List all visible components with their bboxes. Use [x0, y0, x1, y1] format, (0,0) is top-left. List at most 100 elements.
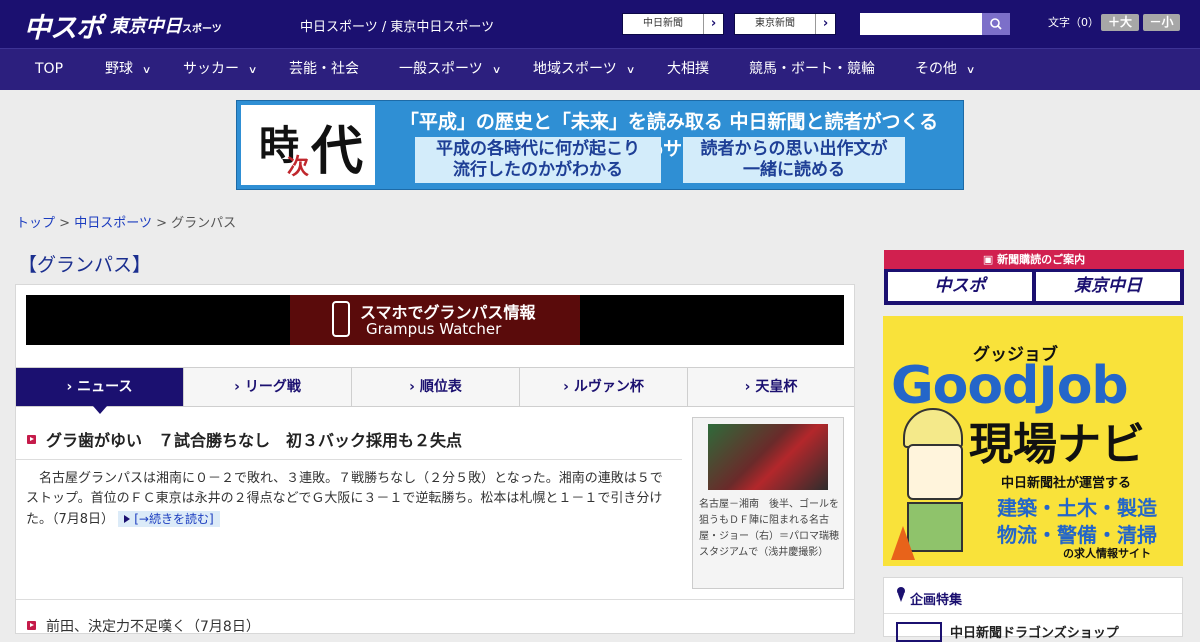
tab-news[interactable]: › ニュース [16, 368, 184, 406]
chevron-right-icon: › [703, 14, 723, 34]
nav-item-top[interactable]: TOP [35, 49, 63, 90]
top-header: 中スポ 東京中日スポーツ 中日スポーツ / 東京中日スポーツ 中日新聞 › 東京… [0, 0, 1200, 48]
photo-caption: 名古屋－湘南 後半、ゴールを狙うもＤＦ陣に阻まれる名古屋・ジョー（右）＝パロマ瑞… [699, 499, 839, 558]
article-photo-box: 名古屋－湘南 後半、ゴールを狙うもＤＦ陣に阻まれる名古屋・ジョー（右）＝パロマ瑞… [692, 417, 844, 589]
subscribe-chuspo-button[interactable]: 中スポ [888, 272, 1032, 301]
nav-label: 競馬・ボート・競輪 [749, 61, 875, 77]
tab-label: 順位表 [419, 379, 462, 395]
nav-item-general-sports[interactable]: 一般スポーツ ∨ [399, 49, 502, 90]
ribbon-icon [897, 587, 905, 602]
tab-standings[interactable]: › 順位表 [352, 368, 520, 406]
font-decrease-button[interactable]: －小 [1143, 14, 1180, 31]
grampus-banner-line2: Grampus Watcher [366, 320, 502, 338]
read-more-link[interactable]: [→続きを読む] [118, 511, 220, 527]
nav-label: 野球 [105, 61, 133, 77]
nav-item-other[interactable]: その他 ∨ [915, 49, 975, 90]
banner-box-line: 流行したのかがわかる [453, 160, 623, 180]
breadcrumb-link-top[interactable]: トップ [16, 216, 55, 231]
breadcrumb-link-chunichi-sports[interactable]: 中日スポーツ [74, 216, 152, 231]
nav-label: その他 [915, 61, 957, 77]
nav-item-local-sports[interactable]: 地域スポーツ ∨ [533, 49, 636, 90]
feature-box: 企画特集 中日新聞ドラゴンズショップ [883, 577, 1183, 642]
article-headline-2[interactable]: 前田、決定力不足嘆く（7月8日） [46, 616, 260, 636]
page-title: 【グランパス】 [18, 254, 152, 276]
tokyo-chunichi-logo[interactable]: 東京中日スポーツ [110, 12, 222, 38]
nav-label: TOP [35, 61, 64, 77]
breadcrumb-current: グランパス [171, 216, 237, 231]
subscribe-tokyo-chunichi-button[interactable]: 東京中日 [1036, 272, 1180, 301]
banner-box-line: 平成の各時代に何が起こり [436, 139, 640, 159]
tab-label: ニュース [77, 379, 133, 395]
divider [16, 599, 854, 600]
chevron-right-icon: › [815, 14, 835, 34]
chevron-down-icon: ∨ [141, 65, 152, 76]
divider [884, 613, 1182, 614]
subscription-box: ▣ 新聞購読のご案内 中スポ 東京中日 [884, 250, 1184, 305]
tab-emperors-cup[interactable]: › 天皇杯 [688, 368, 854, 406]
search-input[interactable] [860, 13, 982, 35]
chevron-down-icon: ∨ [491, 65, 502, 76]
active-tab-pointer [93, 406, 107, 414]
nav-item-baseball[interactable]: 野球 ∨ [105, 49, 152, 90]
traffic-cone-icon [891, 526, 915, 560]
tab-league[interactable]: › リーグ戦 [184, 368, 352, 406]
site-title: 中日スポーツ / 東京中日スポーツ [300, 20, 495, 35]
chevron-down-icon: ∨ [625, 65, 636, 76]
nav-item-soccer[interactable]: サッカー ∨ [183, 49, 258, 90]
nav-item-keiba[interactable]: 競馬・ボート・競輪 [749, 49, 875, 90]
chevron-down-icon: ∨ [247, 65, 258, 76]
ad-line-2: 建築・土木・製造 [997, 496, 1157, 520]
ad-line-3: 物流・警備・清掃 [997, 523, 1157, 547]
article-date: （7月8日） [52, 512, 115, 527]
banner-box-line: 読者からの思い出作文が [700, 139, 888, 159]
tab-label: 天皇杯 [755, 379, 798, 395]
feature-thumbnail[interactable] [896, 622, 942, 642]
breadcrumb-separator: > [156, 216, 167, 231]
jidai-banner-ad[interactable]: 時 次 代 「平成」の歴史と「未来」を読み取る 中日新聞と読者がつくるWebサイ… [236, 100, 964, 190]
font-size-label: 文字（0） [1048, 16, 1099, 29]
article-headline[interactable]: グラ歯がゆい ７試合勝ちなし 初３バック採用も２失点 [46, 427, 462, 451]
article-photo[interactable] [708, 424, 828, 490]
banner-char: 代 [311, 121, 364, 182]
tab-label: リーグ戦 [244, 379, 301, 395]
banner-char: 次 [287, 154, 310, 180]
tokyo-logo-suffix: スポーツ [182, 24, 222, 35]
newspaper-icon: ▣ [982, 253, 998, 266]
ext-link-label: 中日新聞 [643, 18, 683, 29]
bullet-icon [27, 621, 36, 630]
tab-levain-cup[interactable]: › ルヴァン杯 [520, 368, 688, 406]
chuspo-logo[interactable]: 中スポ [24, 6, 103, 45]
banner-box-line: 一緒に読める [743, 160, 845, 180]
nav-label: サッカー [183, 61, 239, 77]
subscription-title: 新聞購読のご案内 [997, 253, 1086, 266]
chunichi-shimbun-link[interactable]: 中日新聞 › [622, 13, 724, 35]
nav-label: 大相撲 [667, 61, 709, 77]
nav-label: 芸能・社会 [289, 61, 359, 77]
tab-label: ルヴァン杯 [573, 379, 644, 395]
search-button[interactable] [982, 13, 1010, 35]
divider [16, 459, 682, 460]
goodjob-ad[interactable]: グッジョブ GoodJob 現場ナビ 中日新聞社が運営する 建築・土木・製造 物… [883, 316, 1183, 566]
worker-illustration [907, 444, 963, 500]
ad-navi-title: 現場ナビ [969, 419, 1145, 470]
tokyo-logo-text: 東京中日 [110, 16, 182, 37]
banner-logo-block: 時 次 代 [241, 105, 375, 185]
font-increase-button[interactable]: ＋大 [1101, 14, 1139, 31]
feature-title: 企画特集 [910, 593, 963, 608]
ad-brand: GoodJob [891, 356, 1129, 416]
subscription-heading: ▣ 新聞購読のご案内 [884, 250, 1184, 269]
ad-line-1: 中日新聞社が運営する [1001, 476, 1132, 491]
nav-label: 一般スポーツ [399, 61, 483, 77]
bullet-icon [27, 435, 36, 444]
nav-label: 地域スポーツ [533, 61, 617, 77]
smartphone-icon [332, 301, 350, 337]
tokyo-shimbun-link[interactable]: 東京新聞 › [734, 13, 836, 35]
ad-line-4: の求人情報サイト [1063, 547, 1151, 560]
read-more-label: [→続きを読む] [134, 512, 214, 526]
feature-item-link[interactable]: 中日新聞ドラゴンズショップ [950, 622, 1119, 641]
search-icon [990, 18, 1002, 30]
nav-item-entertainment[interactable]: 芸能・社会 [289, 49, 359, 90]
nav-item-sumo[interactable]: 大相撲 [667, 49, 709, 90]
grampus-watcher-banner[interactable]: スマホでグランパス情報 Grampus Watcher [26, 295, 844, 345]
section-tabs: › ニュース › リーグ戦 › 順位表 › ルヴァン杯 › 天皇杯 [16, 367, 854, 414]
